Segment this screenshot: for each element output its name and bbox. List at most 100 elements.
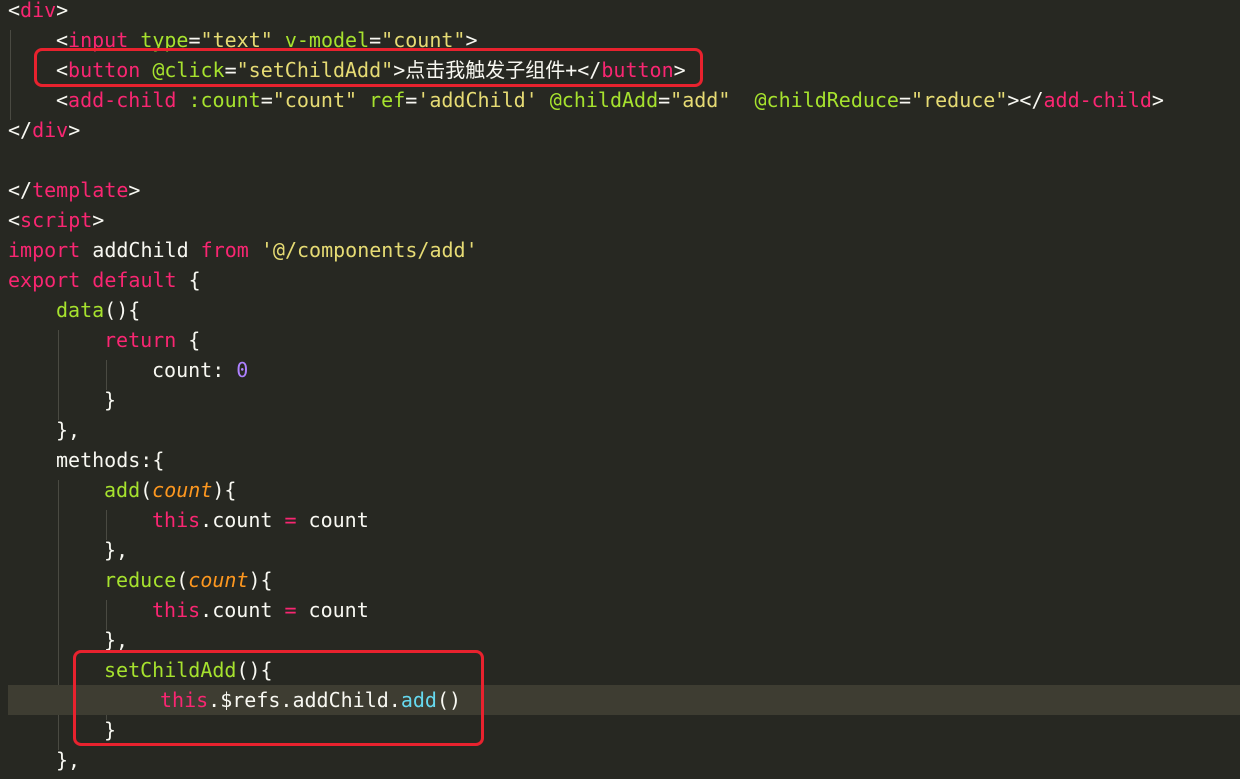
code-line[interactable]: </template>: [0, 175, 1240, 205]
code-token: {: [176, 268, 201, 292]
code-token: =: [284, 508, 297, 532]
code-token: ){: [212, 478, 237, 502]
code-line[interactable]: return {: [0, 325, 1240, 355]
setChildAdd-method-annotation: [73, 650, 484, 746]
code-text: this.count = count: [152, 595, 369, 625]
code-token: div: [32, 118, 69, 142]
code-text: },: [56, 415, 80, 445]
code-text: methods:{: [56, 445, 164, 475]
code-text: </template>: [8, 175, 140, 205]
code-line[interactable]: </div>: [0, 115, 1240, 145]
code-line[interactable]: [0, 145, 1240, 175]
code-editor[interactable]: <div> <input type="text" v-model="count">…: [0, 0, 1240, 779]
code-token: >: [92, 208, 105, 232]
code-token: this: [152, 598, 201, 622]
code-text: <add-child :count="count" ref='addChild'…: [56, 85, 1164, 115]
code-text: },: [104, 535, 128, 565]
code-token: div: [20, 0, 57, 22]
code-line[interactable]: export default {: [0, 265, 1240, 295]
code-text: </div>: [8, 115, 80, 145]
code-token: default: [92, 268, 177, 292]
code-line[interactable]: reduce(count){: [0, 565, 1240, 595]
code-token: =: [284, 598, 297, 622]
code-token: },: [104, 538, 129, 562]
code-line[interactable]: import addChild from '@/components/add': [0, 235, 1240, 265]
code-text: return {: [104, 325, 200, 355]
code-token: (: [140, 478, 153, 502]
code-token: .count: [200, 598, 285, 622]
code-token: @childAdd: [549, 88, 659, 112]
code-token: "add": [670, 88, 731, 112]
code-line[interactable]: }: [0, 385, 1240, 415]
code-token: from: [200, 238, 249, 262]
code-text: add(count){: [104, 475, 236, 505]
code-token: },: [56, 748, 81, 772]
code-line[interactable]: add(count){: [0, 475, 1240, 505]
code-token: },: [104, 628, 129, 652]
code-token: ></: [1007, 88, 1044, 112]
code-token: >: [1151, 88, 1164, 112]
code-token: >: [56, 0, 69, 22]
code-line[interactable]: count: 0: [0, 355, 1240, 385]
code-token: "reduce": [911, 88, 1008, 112]
code-token: return: [104, 328, 177, 352]
code-text: },: [56, 745, 80, 775]
code-line[interactable]: methods:{: [0, 445, 1240, 475]
code-text: }: [104, 385, 116, 415]
code-token: 'addChild': [417, 88, 538, 112]
code-token: add: [104, 478, 141, 502]
code-token: count: [152, 478, 213, 502]
code-token: =: [898, 88, 912, 112]
code-token: =: [260, 88, 273, 112]
code-line[interactable]: this.count = count: [0, 595, 1240, 625]
code-token: @childReduce: [754, 88, 899, 112]
code-line[interactable]: },: [0, 535, 1240, 565]
code-token: add-child: [68, 88, 177, 112]
code-line[interactable]: },: [0, 415, 1240, 445]
code-text: <div>: [8, 0, 68, 25]
code-token: add-child: [1043, 88, 1152, 112]
code-token: >: [128, 178, 141, 202]
code-token: =: [658, 88, 671, 112]
code-line[interactable]: this.count = count: [0, 505, 1240, 535]
code-token: (){: [104, 298, 141, 322]
code-token: >: [68, 118, 81, 142]
code-token: }: [104, 388, 117, 412]
code-token: =: [405, 88, 418, 112]
code-token: },: [56, 418, 81, 442]
code-token: :count: [188, 88, 261, 112]
code-token: ){: [248, 568, 273, 592]
code-token: count: [188, 568, 249, 592]
code-token: (: [176, 568, 189, 592]
code-text: import addChild from '@/components/add': [8, 235, 478, 265]
code-token: .count: [200, 508, 285, 532]
code-token: count:: [152, 358, 237, 382]
code-token: addChild: [80, 238, 201, 262]
code-token: import: [8, 238, 81, 262]
code-text: export default {: [8, 265, 201, 295]
code-text: count: 0: [152, 355, 248, 385]
code-text: <script>: [8, 205, 104, 235]
code-line[interactable]: <div>: [0, 0, 1240, 25]
code-line[interactable]: <add-child :count="count" ref='addChild'…: [0, 85, 1240, 115]
code-line[interactable]: },: [0, 745, 1240, 775]
code-token: {: [176, 328, 201, 352]
code-token: "count": [272, 88, 358, 112]
code-token: count: [296, 598, 369, 622]
code-token: count: [296, 508, 369, 532]
code-token: ref: [369, 88, 406, 112]
code-token: data: [56, 298, 105, 322]
code-line[interactable]: data(){: [0, 295, 1240, 325]
code-line[interactable]: <script>: [0, 205, 1240, 235]
code-token: methods:{: [56, 448, 165, 472]
code-token: </: [8, 118, 33, 142]
button-line-annotation: [34, 48, 703, 87]
code-token: <: [8, 0, 21, 22]
code-text: this.count = count: [152, 505, 369, 535]
code-token: template: [32, 178, 129, 202]
code-text: reduce(count){: [104, 565, 273, 595]
